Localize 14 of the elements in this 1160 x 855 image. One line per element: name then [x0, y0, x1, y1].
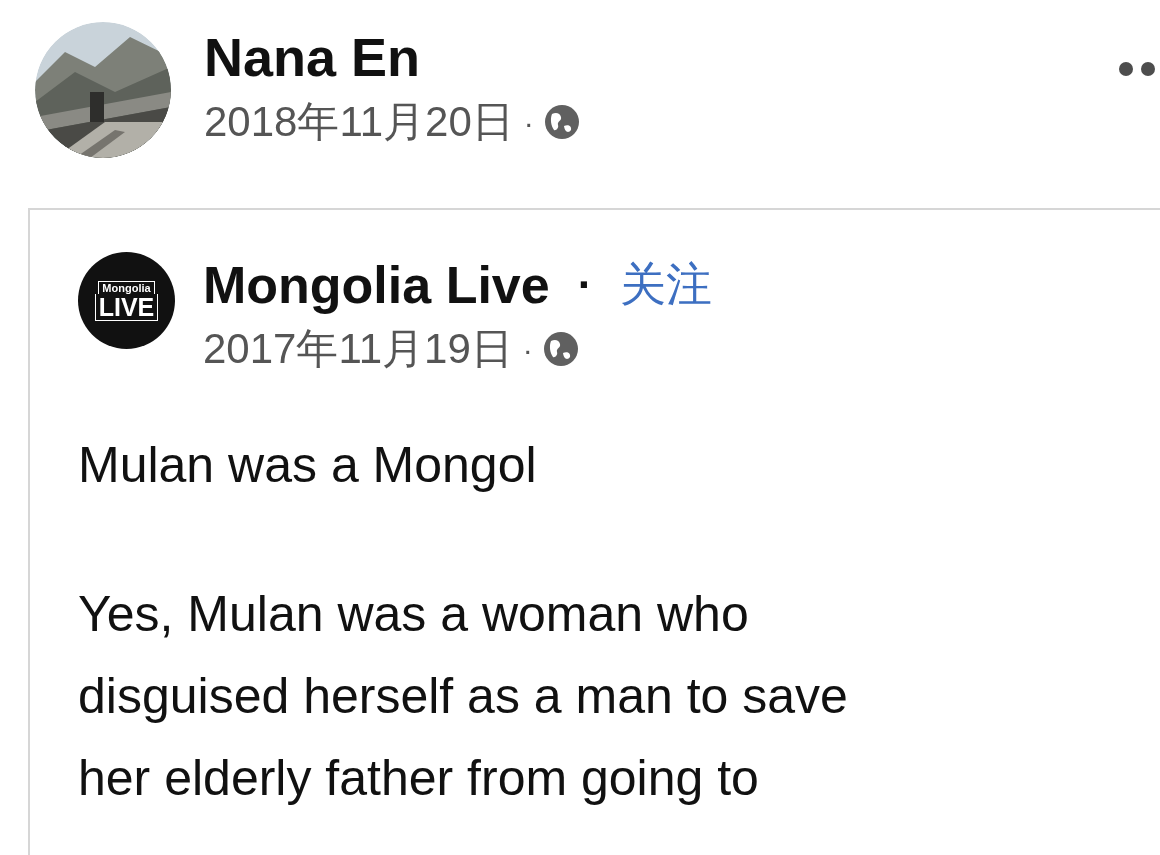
separator: · — [523, 104, 534, 141]
post-date[interactable]: 2018年11月20日 — [204, 96, 514, 148]
post-title: Mulan was a Mongol — [78, 436, 538, 495]
logo-text: Mongolia — [98, 280, 155, 294]
globe-icon — [542, 331, 579, 367]
page-name[interactable]: Mongolia Live — [203, 252, 550, 317]
post-date[interactable]: 2017年11月19日 — [203, 323, 513, 375]
separator: · — [577, 258, 593, 311]
follow-link[interactable]: 关注 — [620, 250, 713, 319]
author-name[interactable]: Nana En — [204, 24, 580, 90]
separator: · — [522, 331, 533, 368]
post-paragraph: Yes, Mulan was a woman who disguised herself as a man to save her elderly father from going to — [78, 585, 849, 808]
logo-text: LIVE — [94, 293, 159, 321]
globe-icon — [543, 104, 580, 140]
